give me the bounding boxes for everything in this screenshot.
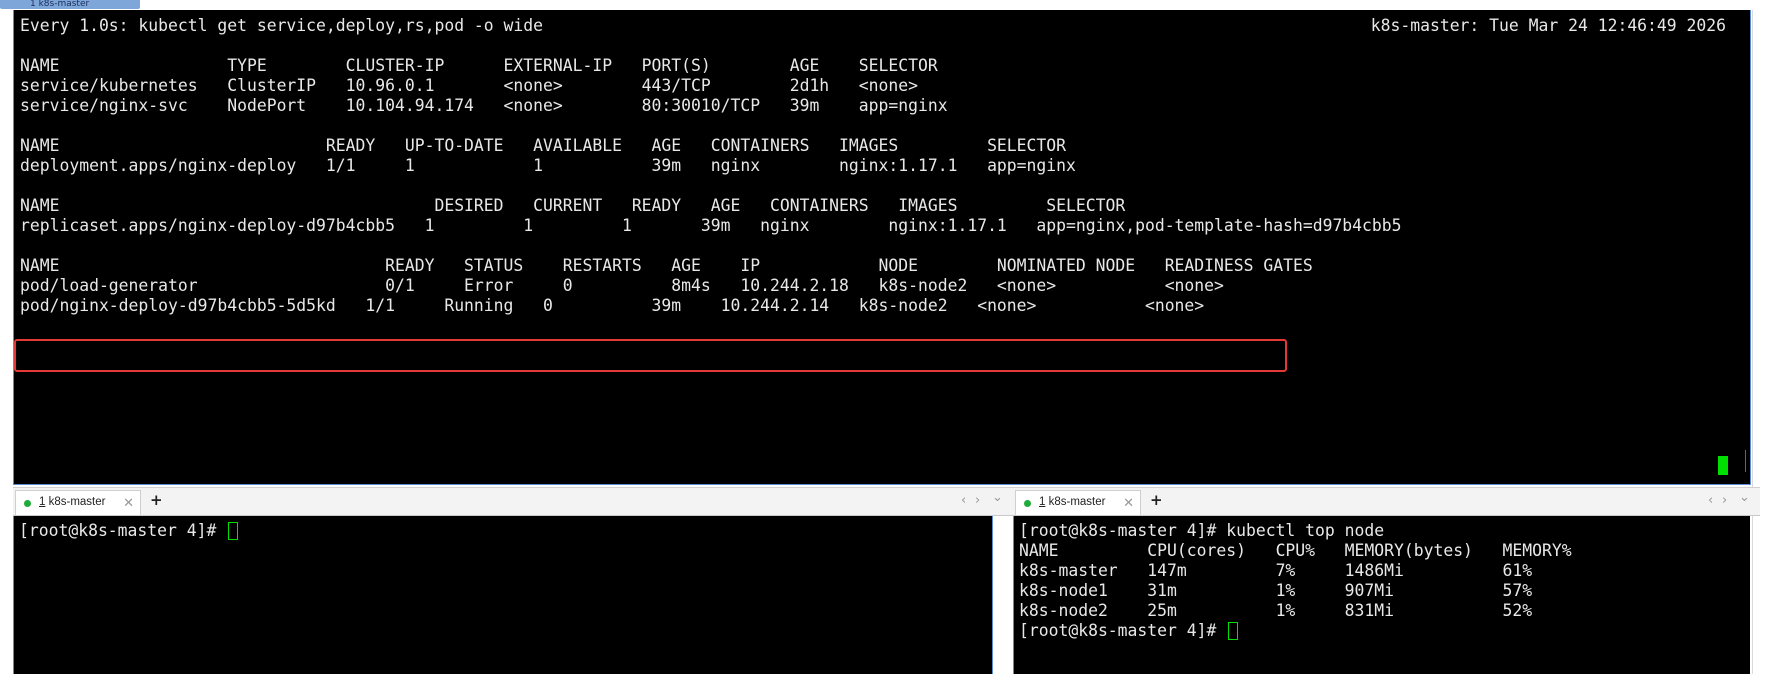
- left-terminal-content: [root@k8s-master 4]#: [19, 521, 239, 541]
- blank-line: [20, 116, 1402, 136]
- replicaset-row: replicaset.apps/nginx-deploy-d97b4cbb5 1…: [20, 216, 1402, 235]
- scroll-indicator[interactable]: [1745, 450, 1746, 472]
- window-side-strip: [1752, 10, 1783, 674]
- watch-command-header: Every 1.0s: kubectl get service,deploy,r…: [20, 16, 544, 35]
- left-pane-tab[interactable]: 1 k8s-master ✕: [15, 490, 141, 515]
- replicasets-header: NAME DESIRED CURRENT READY AGE CONTAINER…: [20, 196, 1126, 215]
- service-row: service/kubernetes ClusterIP 10.96.0.1 <…: [20, 76, 918, 95]
- left-terminal[interactable]: [root@k8s-master 4]#: [13, 516, 993, 674]
- add-tab-icon[interactable]: +: [150, 491, 163, 509]
- left-tab-label: 1 k8s-master: [39, 496, 106, 508]
- watch-output: NAME TYPE CLUSTER-IP EXTERNAL-IP PORT(S)…: [14, 56, 1402, 372]
- red-highlight-annotation: [14, 339, 1287, 372]
- add-tab-icon[interactable]: +: [1150, 491, 1163, 509]
- node-row: k8s-master 147m 7% 1486Mi 61%: [1019, 561, 1533, 580]
- blank-line: [20, 236, 1402, 256]
- shell-prompt: [root@k8s-master 4]#: [1019, 621, 1227, 640]
- terminal-cursor: [228, 522, 239, 540]
- pod-row: pod/load-generator 0/1 Error 0 8m4s 10.2…: [20, 276, 1224, 295]
- chevron-left-icon[interactable]: ‹: [961, 493, 966, 508]
- node-row: k8s-node1 31m 1% 907Mi 57%: [1019, 581, 1533, 600]
- shell-prompt: [root@k8s-master 4]#: [19, 521, 227, 540]
- shell-prompt-line: [root@k8s-master 4]#: [1019, 621, 1572, 641]
- connected-status-dot: [1024, 500, 1031, 507]
- right-pane-tab[interactable]: 1 k8s-master ✕: [1015, 490, 1141, 515]
- close-icon[interactable]: ✕: [123, 495, 134, 511]
- watch-terminal[interactable]: Every 1.0s: kubectl get service,deploy,r…: [13, 10, 1751, 485]
- blank-line: [20, 176, 1402, 196]
- deployments-header: NAME READY UP-TO-DATE AVAILABLE AGE CONT…: [20, 136, 1067, 155]
- service-row: service/nginx-svc NodePort 10.104.94.174…: [20, 96, 948, 115]
- deployment-row: deployment.apps/nginx-deploy 1/1 1 1 39m…: [20, 156, 1076, 175]
- chevron-down-icon[interactable]: ⌄: [1739, 490, 1750, 505]
- close-icon[interactable]: ✕: [1123, 495, 1134, 511]
- top-session-tab[interactable]: 1 k8s-master: [0, 0, 140, 9]
- command-line: [root@k8s-master 4]# kubectl top node: [1019, 521, 1385, 540]
- right-terminal-content: [root@k8s-master 4]# kubectl top node NA…: [1019, 521, 1572, 641]
- terminal-cursor: [1718, 456, 1728, 475]
- shell-prompt-line: [root@k8s-master 4]#: [19, 521, 239, 541]
- connected-status-dot: [24, 500, 31, 507]
- pane-divider[interactable]: [993, 516, 1013, 674]
- app-window: 1 k8s-master Every 1.0s: kubectl get ser…: [0, 0, 1783, 674]
- chevron-right-icon[interactable]: ›: [975, 493, 980, 508]
- pods-header: NAME READY STATUS RESTARTS AGE IP NODE N…: [20, 256, 1313, 275]
- chevron-right-icon[interactable]: ›: [1722, 493, 1727, 508]
- top-tab-strip: 1 k8s-master: [0, 0, 1783, 10]
- right-terminal[interactable]: [root@k8s-master 4]# kubectl top node NA…: [1013, 516, 1750, 674]
- watch-timestamp: k8s-master: Tue Mar 24 12:46:49 2026: [1370, 16, 1726, 35]
- node-row: k8s-node2 25m 1% 831Mi 52%: [1019, 601, 1533, 620]
- right-tab-label: 1 k8s-master: [1039, 496, 1106, 508]
- pod-row-highlighted: pod/nginx-deploy-d97b4cbb5-5d5kd 1/1 Run…: [20, 296, 1205, 315]
- chevron-left-icon[interactable]: ‹: [1708, 493, 1713, 508]
- right-pane-tabbar: 1 k8s-master ✕ + ‹ › ⌄: [1013, 487, 1760, 516]
- left-pane-tabbar: 1 k8s-master ✕ + ‹ › ⌄: [13, 487, 1013, 516]
- chevron-down-icon[interactable]: ⌄: [992, 490, 1003, 505]
- top-node-header: NAME CPU(cores) CPU% MEMORY(bytes) MEMOR…: [1019, 541, 1572, 560]
- terminal-cursor: [1228, 622, 1239, 640]
- services-header: NAME TYPE CLUSTER-IP EXTERNAL-IP PORT(S)…: [20, 56, 938, 75]
